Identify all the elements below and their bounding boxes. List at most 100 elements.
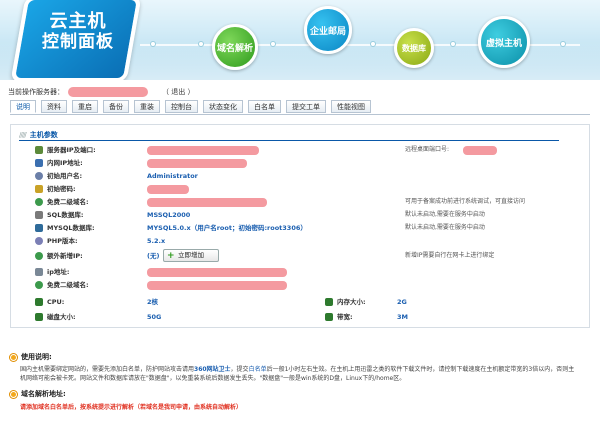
tab-reinstall[interactable]: 重装 (134, 100, 160, 113)
usage-heading: 使用说明: (10, 352, 590, 362)
nav-dot (198, 41, 204, 47)
param-value: 5.2.x (147, 237, 166, 245)
globe-icon (35, 281, 43, 289)
param-value: MYSQL5.0.x（用户名root；初始密码:root3306） (147, 224, 307, 232)
spec-label: CPU: (47, 298, 65, 306)
tab-divider (10, 114, 590, 115)
disk-icon (35, 313, 43, 321)
usage-text-part: 国内主机需要绑定网站的，需要先添加白名单，防护网站攻击请用 (20, 366, 195, 373)
logo-line-2: 控制面板 (42, 32, 114, 52)
param-note: 可用于备案成功前进行系统调试，可直接访问 (405, 198, 526, 205)
param-label: SQL数据库: (47, 211, 84, 219)
param-label: MYSQL数据库: (47, 224, 95, 232)
usage-text: 国内主机需要绑定网站的，需要先添加白名单，防护网站攻击请用360网站卫士，提交白… (20, 365, 575, 383)
param-note: 默认未启动,需要在服务中启动 (405, 224, 485, 231)
redacted-value (147, 281, 287, 290)
host-params-panel: ///// 主机参数 服务器IP及端口: 远程桌面端口号: 内网IP地址: 初始… (10, 124, 590, 328)
globe-icon (35, 198, 43, 206)
param-label: 初始用户名: (47, 172, 83, 180)
param-row-server-ip: 服务器IP及端口: 远程桌面端口号: (35, 145, 575, 155)
plus-icon: + (167, 251, 175, 261)
spec-value: 50G (147, 313, 162, 321)
tab-whitelist[interactable]: 白名单 (248, 100, 281, 113)
spec-value: 2G (397, 298, 407, 306)
cpu-icon (35, 298, 43, 306)
tab-console[interactable]: 控制台 (165, 100, 198, 113)
header-banner: 云主机 控制面板 域名解析 企业邮局 数据库 虚拟主机 (0, 0, 600, 80)
nav-virtual-host[interactable]: 虚拟主机 (478, 16, 530, 68)
logout-link[interactable]: （ 退出 ） (162, 87, 194, 97)
add-ip-button[interactable]: + 立即增加 (163, 249, 219, 262)
logo: 云主机 控制面板 (26, 11, 130, 53)
usage-text-part: ，提交 (230, 366, 249, 373)
param-row-mysql: MYSQL数据库: MYSQL5.0.x（用户名root；初始密码:root33… (35, 223, 575, 233)
redacted-value (147, 146, 259, 155)
spec-label: 磁盘大小: (47, 313, 76, 321)
param-label: 免费二级域名: (47, 281, 89, 289)
mysql-icon (35, 224, 43, 232)
tab-backup[interactable]: 备份 (103, 100, 129, 113)
param-note: 新增IP需要自行在网卡上进行绑定 (405, 252, 495, 259)
current-server-label: 当前操作服务器： (8, 88, 64, 96)
nav-dot (560, 41, 566, 47)
nav-dot (370, 41, 376, 47)
nav-dot (270, 41, 276, 47)
spec-value: 3M (397, 313, 408, 321)
tab-performance[interactable]: 性能视图 (331, 100, 371, 113)
spec-label: 内存大小: (337, 298, 366, 306)
php-icon (35, 237, 43, 245)
panel-title: ///// 主机参数 (19, 130, 58, 140)
key-icon (35, 185, 43, 193)
param-row-sql: SQL数据库: MSSQL2000 默认未启动,需要在服务中启动 (35, 210, 575, 220)
usage-title: 使用说明: (21, 353, 52, 361)
globe-icon (35, 252, 43, 260)
param-row-password: 初始密码: (35, 184, 575, 194)
param-note: 默认未启动,需要在服务中启动 (405, 211, 485, 218)
redacted-value (147, 268, 287, 277)
param-row-php: PHP版本: 5.2.x (35, 236, 575, 246)
tab-profile[interactable]: 资料 (41, 100, 67, 113)
nav-database[interactable]: 数据库 (394, 28, 434, 68)
nav-dot (150, 41, 156, 47)
whitelist-link[interactable]: 白名单 (249, 366, 267, 373)
spec-value: 2核 (147, 298, 159, 306)
param-row-subdomain-2: 免费二级域名: (35, 280, 575, 290)
memory-icon (325, 298, 333, 306)
redacted-value (147, 159, 247, 168)
current-server-row: 当前操作服务器： （ 退出 ） (8, 86, 194, 98)
title-decor-icon: ///// (19, 131, 27, 139)
param-label: 服务器IP及端口: (47, 146, 96, 154)
panel-title-underline (19, 140, 559, 141)
server-icon (35, 146, 43, 154)
network-icon (35, 159, 43, 167)
dns-title: 域名解析地址: (21, 390, 66, 398)
info-icon (10, 353, 17, 361)
tab-bar: 说明 资料 重启 备份 重装 控制台 状态变化 白名单 提交工单 性能视图 (10, 100, 371, 114)
ip-icon (35, 268, 43, 276)
spec-row-disk-bandwidth: 磁盘大小: 50G 带宽: 3M (35, 312, 575, 322)
param-value: (无) (147, 252, 160, 260)
param-label: PHP版本: (47, 237, 78, 245)
usage-highlight-link[interactable]: 360网站卫士 (194, 366, 231, 373)
redacted-value (147, 198, 267, 207)
nav-enterprise-mail[interactable]: 企业邮局 (304, 6, 352, 54)
logo-line-1: 云主机 (49, 11, 107, 32)
param-label: 额外新增IP: (47, 252, 83, 260)
param-row-ip-address: ip地址: (35, 267, 575, 277)
param-note: 远程桌面端口号: (405, 146, 450, 153)
dns-heading: 域名解析地址: (10, 389, 590, 399)
redacted-value (147, 185, 189, 194)
nav-dot (450, 41, 456, 47)
spec-label: 带宽: (337, 313, 353, 321)
panel-title-text: 主机参数 (29, 131, 58, 139)
spec-row-cpu-memory: CPU: 2核 内存大小: 2G (35, 297, 575, 307)
param-row-intranet-ip: 内网IP地址: (35, 158, 575, 168)
tab-description[interactable]: 说明 (10, 100, 36, 113)
tab-status-change[interactable]: 状态变化 (203, 100, 243, 113)
param-row-subdomain: 免费二级域名: 可用于备案成功前进行系统调试，可直接访问 (35, 197, 575, 207)
param-label: ip地址: (47, 268, 70, 276)
tab-submit-ticket[interactable]: 提交工单 (286, 100, 326, 113)
tab-restart[interactable]: 重启 (72, 100, 98, 113)
nav-domain-resolution[interactable]: 域名解析 (212, 24, 258, 70)
database-icon (35, 211, 43, 219)
